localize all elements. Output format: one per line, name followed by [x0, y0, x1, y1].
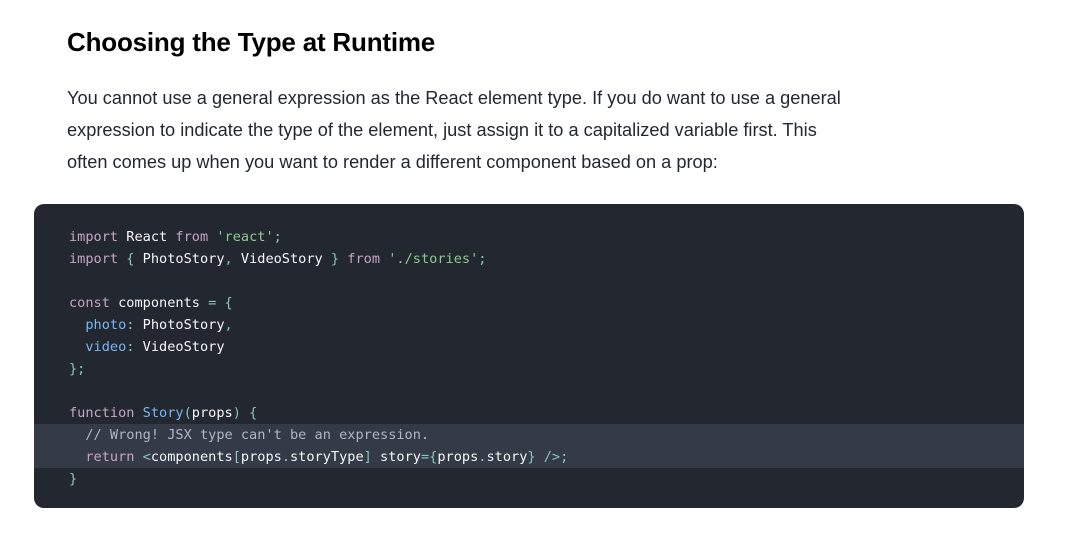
code-token: PhotoStory	[134, 251, 225, 267]
code-token: Story	[142, 405, 184, 421]
code-token: ;	[478, 251, 487, 267]
code-token: props	[437, 449, 479, 465]
code-token: story	[371, 449, 421, 465]
code-token: from	[175, 229, 209, 245]
code-token: video	[85, 339, 127, 355]
code-token: './stories'	[388, 251, 479, 267]
intro-paragraph: You cannot use a general expression as t…	[67, 82, 867, 178]
code-token: storyType	[290, 449, 364, 465]
code-token: )	[232, 405, 241, 421]
code-token: };	[69, 361, 86, 377]
code-token: props	[240, 449, 282, 465]
code-token: components	[109, 295, 209, 311]
code-token: />;	[543, 449, 569, 465]
code-line: import React from 'react';	[34, 226, 1024, 248]
code-token: ,	[224, 317, 233, 333]
code-token: }	[330, 251, 340, 267]
code-line: };	[34, 358, 1024, 380]
code-line: photo: PhotoStory,	[34, 314, 1024, 336]
code-line: }	[34, 468, 1024, 490]
code-token: (	[183, 405, 192, 421]
code-token: React	[118, 229, 176, 245]
code-line: const components = {	[34, 292, 1024, 314]
code-token: props	[191, 405, 233, 421]
code-token: }	[527, 449, 536, 465]
code-token: 'react'	[216, 229, 274, 245]
code-token: components	[150, 449, 233, 465]
intro-line: often comes up when you want to render a…	[67, 152, 718, 172]
code-token: VideoStory	[232, 251, 331, 267]
code-token: // Wrong! JSX type can't be an expressio…	[85, 427, 430, 443]
intro-line: You cannot use a general expression as t…	[67, 88, 841, 108]
code-lines: import React from 'react'; import { Photo…	[34, 226, 1024, 490]
code-block[interactable]: import React from 'react'; import { Photo…	[34, 204, 1024, 508]
code-line: video: VideoStory	[34, 336, 1024, 358]
code-token: return	[85, 449, 135, 465]
section-title: Choosing the Type at Runtime	[67, 27, 436, 57]
code-token: {	[249, 405, 258, 421]
code-token: }	[69, 471, 78, 487]
code-token: .	[281, 449, 290, 465]
code-token: PhotoStory	[134, 317, 225, 333]
code-token: function	[69, 405, 135, 421]
code-token: <	[142, 449, 151, 465]
code-token: {	[224, 295, 233, 311]
code-token: import	[69, 251, 119, 267]
intro-line: expression to indicate the type of the e…	[67, 120, 817, 140]
code-line: return <components[props.storyType] stor…	[34, 446, 1024, 468]
code-token: ,	[224, 251, 233, 267]
code-token: ;	[273, 229, 282, 245]
code-token: const	[69, 295, 110, 311]
code-token: from	[347, 251, 381, 267]
code-token: ]	[363, 449, 372, 465]
code-token: ={	[420, 449, 438, 465]
code-token: [	[232, 449, 241, 465]
code-line: // Wrong! JSX type can't be an expressio…	[34, 424, 1024, 446]
code-token: story	[486, 449, 528, 465]
code-line: function Story(props) {	[34, 402, 1024, 424]
code-token: VideoStory	[134, 339, 225, 355]
code-line: import { PhotoStory, VideoStory } from '…	[34, 248, 1024, 270]
code-token: photo	[85, 317, 127, 333]
code-token: import	[69, 229, 119, 245]
